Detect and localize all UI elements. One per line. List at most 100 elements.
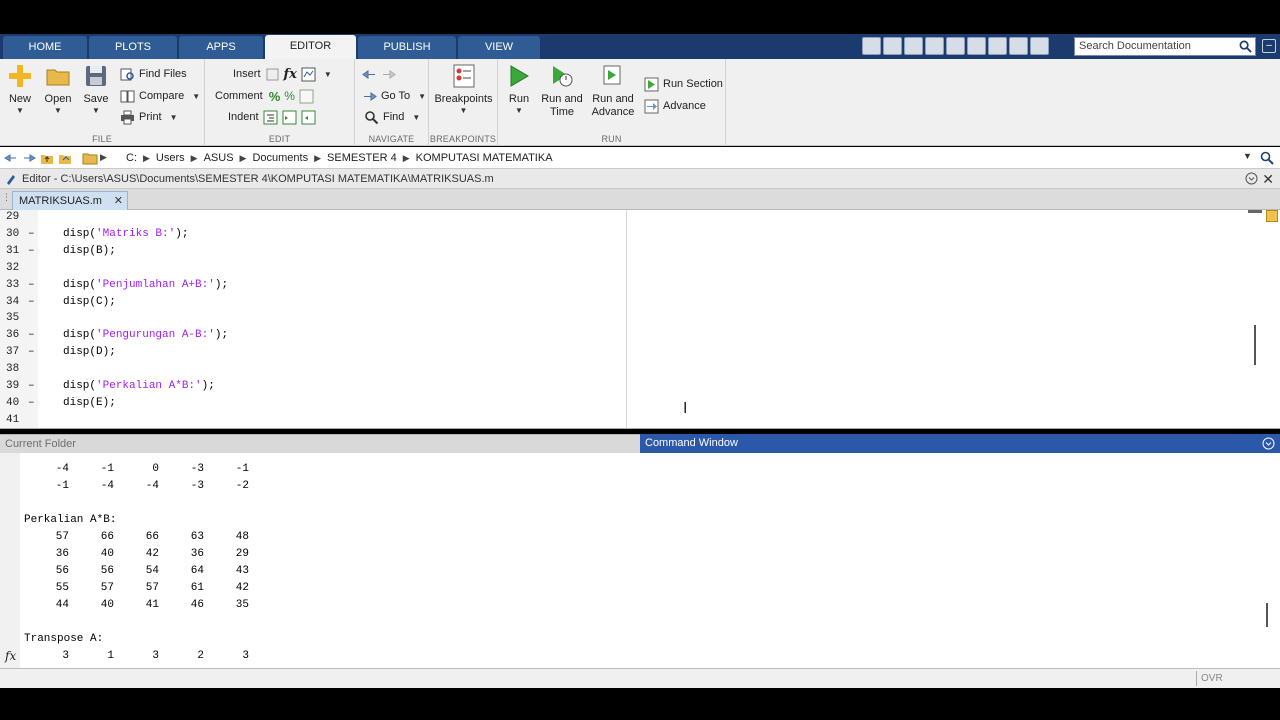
breakpoint-marker[interactable]: – — [28, 378, 35, 395]
open-button[interactable]: Open ▼ — [42, 63, 74, 115]
tab-view[interactable]: VIEW — [458, 36, 540, 59]
code-editor[interactable]: 29 30– disp('Matriks B:'); 31– disp(B); 32 33–… — [0, 210, 1280, 429]
browse-folder-icon[interactable] — [58, 151, 72, 165]
copy-icon[interactable] — [925, 37, 944, 55]
code-line[interactable]: 32 — [0, 260, 620, 277]
breadcrumb-item[interactable]: SEMESTER 4 — [327, 152, 397, 164]
up-one-level-icon[interactable] — [40, 151, 54, 165]
run-section-button[interactable]: Run Section — [644, 75, 723, 93]
breadcrumb-separator: ▶ — [239, 152, 247, 163]
find-button[interactable]: Find ▼ — [364, 108, 420, 126]
breakpoint-marker[interactable]: – — [28, 327, 35, 344]
quick-access-icon[interactable] — [862, 37, 881, 55]
tab-editor[interactable]: EDITOR — [265, 35, 356, 59]
code-line[interactable]: 41 — [0, 412, 620, 428]
indent-button[interactable]: Indent — [228, 108, 316, 126]
code-line[interactable]: 34– disp(C); — [0, 294, 620, 311]
search-documentation-input[interactable]: Search Documentation — [1074, 37, 1256, 56]
breakpoint-marker[interactable]: – — [28, 395, 35, 412]
back-arrow-icon[interactable] — [362, 67, 377, 82]
run-and-time-icon — [553, 66, 573, 87]
breadcrumb-item[interactable]: ASUS — [204, 152, 234, 164]
code-line[interactable]: 29 — [0, 210, 620, 226]
search-folder-icon[interactable] — [1260, 151, 1274, 165]
search-icon[interactable] — [1239, 40, 1252, 53]
breakpoints-button[interactable]: Breakpoints ▼ — [432, 63, 495, 115]
insert-function-icon[interactable]: fx — [284, 67, 297, 82]
breakpoint-marker[interactable]: – — [28, 243, 35, 260]
address-dropdown-icon[interactable]: ▼ — [1243, 151, 1252, 161]
help-icon[interactable] — [1030, 37, 1049, 55]
increase-indent-icon[interactable] — [282, 110, 297, 125]
code-line[interactable]: 33– disp('Penjumlahan A+B:'); — [0, 277, 620, 294]
comment-percent-icon[interactable]: % — [269, 89, 281, 104]
line-number: 34 — [6, 295, 20, 308]
tab-overflow-icon[interactable]: ⋮ — [2, 192, 11, 203]
breadcrumb-item[interactable]: Users — [156, 152, 185, 164]
undo-icon[interactable] — [967, 37, 986, 55]
command-window-scrollbar[interactable] — [1266, 603, 1268, 627]
smart-indent-icon[interactable] — [263, 110, 278, 125]
breakpoint-marker[interactable]: – — [28, 344, 35, 361]
breakpoint-marker[interactable]: – — [28, 226, 35, 243]
code-line[interactable]: 38 — [0, 361, 620, 378]
find-label: Find — [383, 111, 405, 123]
close-tab-icon[interactable]: ✕ — [114, 192, 123, 210]
code-line[interactable]: 35 — [0, 310, 620, 327]
code-analyzer-status-icon[interactable] — [1266, 210, 1278, 222]
run-and-advance-button[interactable]: Run and Advance — [590, 63, 636, 119]
cut-icon[interactable] — [904, 37, 923, 55]
run-and-time-button[interactable]: Run and Time — [540, 63, 584, 119]
editor-vertical-scrollbar[interactable] — [1248, 210, 1262, 428]
advance-button[interactable]: Advance — [644, 97, 706, 115]
tab-home[interactable]: HOME — [3, 36, 87, 59]
collapse-ribbon-icon[interactable]: – — [1262, 39, 1276, 53]
breadcrumb-item[interactable]: C: — [126, 152, 137, 164]
command-window[interactable]: - -4 -1 0 -3 -1 -1 -4 -4 -3 -2 Perkalian A*B: 57 66 6… — [0, 453, 1280, 668]
switch-windows-icon[interactable] — [1009, 37, 1028, 55]
line-number: 30 — [6, 227, 20, 240]
code-text: disp(B); — [63, 243, 116, 260]
insert-button[interactable]: Insert fx ▼ — [233, 65, 332, 83]
breadcrumb-item[interactable]: Documents — [252, 152, 308, 164]
breakpoint-marker[interactable]: – — [28, 277, 35, 294]
breakpoint-marker[interactable]: – — [28, 294, 35, 311]
code-text: disp(C); — [63, 294, 116, 311]
decrease-indent-icon[interactable] — [301, 110, 316, 125]
code-line[interactable]: 39– disp('Perkalian A*B:'); — [0, 378, 620, 395]
command-window-header[interactable]: Command Window — [640, 434, 1280, 453]
code-line[interactable]: 37– disp(D); — [0, 344, 620, 361]
new-button[interactable]: New ▼ — [4, 63, 36, 115]
close-icon[interactable]: ✕ — [1262, 169, 1274, 189]
quick-save-icon[interactable] — [883, 37, 902, 55]
matrix-value: 56 — [100, 565, 114, 577]
save-button[interactable]: Save ▼ — [80, 63, 112, 115]
tab-publish[interactable]: PUBLISH — [358, 36, 456, 59]
compare-button[interactable]: Compare ▼ — [120, 87, 200, 105]
code-line[interactable]: 31– disp(B); — [0, 243, 620, 260]
find-files-button[interactable]: Find Files — [120, 65, 187, 83]
code-line[interactable]: 40– disp(E); — [0, 395, 620, 412]
breadcrumb-item[interactable]: KOMPUTASI MATEMATIKA — [416, 152, 553, 164]
uncomment-icon[interactable]: % — [284, 89, 295, 103]
current-folder-header[interactable]: Current Folder — [0, 434, 640, 453]
scrollbar-thumb[interactable] — [1254, 325, 1256, 365]
paste-icon[interactable] — [946, 37, 965, 55]
redo-icon[interactable] — [988, 37, 1007, 55]
print-button[interactable]: Print ▼ — [120, 108, 178, 126]
forward-arrow-icon[interactable] — [22, 151, 36, 165]
run-and-time-label-1: Run and — [541, 93, 583, 105]
tab-matriksuas[interactable]: MATRIKSUAS.m ✕ — [12, 191, 128, 210]
go-to-button[interactable]: Go To ▼ — [362, 87, 426, 105]
tab-plots[interactable]: PLOTS — [89, 36, 177, 59]
code-line[interactable]: 30– disp('Matriks B:'); — [0, 226, 620, 243]
forward-arrow-icon[interactable] — [381, 67, 396, 82]
run-button[interactable]: Run ▼ — [504, 63, 534, 115]
comment-button[interactable]: Comment % % — [215, 87, 314, 105]
wrap-comments-icon[interactable] — [299, 89, 314, 104]
command-window-actions-icon[interactable] — [1262, 437, 1275, 450]
back-arrow-icon[interactable] — [4, 151, 18, 165]
code-line[interactable]: 36– disp('Pengurungan A-B:'); — [0, 327, 620, 344]
editor-actions-icon[interactable] — [1245, 172, 1258, 185]
tab-apps[interactable]: APPS — [179, 36, 263, 59]
